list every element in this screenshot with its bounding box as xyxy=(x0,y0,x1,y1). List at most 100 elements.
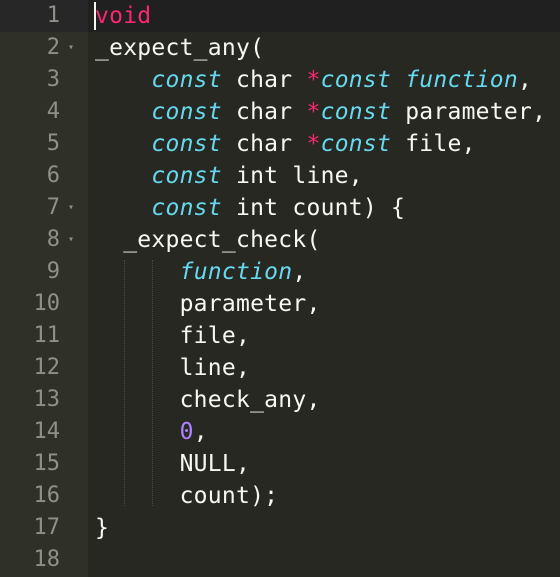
code-line[interactable]: 12 line, xyxy=(0,352,560,384)
code-line[interactable]: 14 0, xyxy=(0,416,560,448)
code-token: , xyxy=(517,67,533,93)
fold-placeholder xyxy=(64,384,78,416)
line-number-area: 1 xyxy=(0,0,88,32)
code-token: const xyxy=(320,99,392,125)
code-line[interactable]: 17} xyxy=(0,512,560,544)
line-number-area: 6 xyxy=(0,160,88,192)
code-text[interactable]: parameter, xyxy=(95,288,321,320)
code-text[interactable]: _expect_any( xyxy=(95,32,264,64)
code-text[interactable]: const int count) { xyxy=(95,192,405,224)
code-editor[interactable]: 1 void 2 ▾ _expect_any(3 const char *const f… xyxy=(0,0,560,577)
code-line[interactable]: 16 count); xyxy=(0,480,560,512)
line-number: 9 xyxy=(46,259,60,284)
code-line[interactable]: 9 function, xyxy=(0,256,560,288)
line-number-area: 9 xyxy=(0,256,88,288)
line-number-area: 12 xyxy=(0,352,88,384)
code-token: } xyxy=(95,515,110,541)
line-number: 7 xyxy=(46,195,60,220)
code-text[interactable]: count); xyxy=(95,480,278,512)
code-line[interactable]: 4 const char *const parameter, xyxy=(0,96,560,128)
line-number-area: 5 xyxy=(0,128,88,160)
line-number: 10 xyxy=(33,291,61,316)
code-token: _expect_check( xyxy=(95,227,321,253)
line-number: 12 xyxy=(33,355,61,380)
code-line[interactable]: 18 xyxy=(0,544,560,576)
fold-placeholder xyxy=(64,416,78,448)
code-line[interactable]: 1 void xyxy=(0,0,560,32)
code-token: const xyxy=(151,67,222,93)
fold-placeholder xyxy=(64,480,78,512)
line-number: 5 xyxy=(46,131,60,156)
fold-placeholder xyxy=(64,352,78,384)
code-text[interactable]: function, xyxy=(95,256,307,288)
indent-guide xyxy=(124,260,125,506)
code-text[interactable]: const char *const parameter, xyxy=(95,96,546,128)
code-line[interactable]: 15 NULL, xyxy=(0,448,560,480)
line-number: 1 xyxy=(46,3,60,28)
code-text[interactable]: line, xyxy=(95,352,250,384)
fold-placeholder xyxy=(64,320,78,352)
code-line[interactable]: 3 const char *const function, xyxy=(0,64,560,96)
code-text[interactable]: file, xyxy=(95,320,250,352)
code-token: NULL, xyxy=(95,451,251,477)
line-number: 2 xyxy=(46,35,60,60)
code-token: * xyxy=(306,67,321,93)
fold-placeholder xyxy=(64,544,78,576)
fold-toggle-icon[interactable]: ▾ xyxy=(64,192,78,224)
code-text[interactable]: _expect_check( xyxy=(95,224,321,256)
line-number: 18 xyxy=(33,547,61,572)
fold-placeholder xyxy=(64,64,78,96)
code-token: file, xyxy=(391,131,476,157)
fold-placeholder xyxy=(64,512,78,544)
line-number: 17 xyxy=(33,515,61,540)
code-line[interactable]: 6 const int line, xyxy=(0,160,560,192)
code-text[interactable]: check_any, xyxy=(95,384,321,416)
line-number-area: 2 ▾ xyxy=(0,32,88,64)
code-text[interactable]: const char *const function, xyxy=(95,64,532,96)
line-number: 13 xyxy=(33,387,61,412)
code-token: * xyxy=(306,131,321,157)
code-text[interactable]: } xyxy=(95,512,109,544)
code-token: count); xyxy=(95,483,279,509)
code-line[interactable]: 11 file, xyxy=(0,320,560,352)
fold-placeholder xyxy=(64,0,78,32)
code-line[interactable]: 7 ▾ const int count) { xyxy=(0,192,560,224)
code-token: const xyxy=(320,131,392,157)
fold-toggle-icon[interactable]: ▾ xyxy=(64,224,78,256)
line-number: 16 xyxy=(33,483,61,508)
code-token: parameter, xyxy=(95,291,321,317)
line-number: 4 xyxy=(46,99,60,124)
code-text[interactable]: void xyxy=(95,0,151,32)
line-number-area: 10 xyxy=(0,288,88,320)
fold-placeholder xyxy=(64,448,78,480)
code-text[interactable]: NULL, xyxy=(95,448,250,480)
code-token: void xyxy=(95,3,152,29)
code-text[interactable]: const char *const file, xyxy=(95,128,476,160)
line-number: 14 xyxy=(33,419,61,444)
line-number: 3 xyxy=(46,67,60,92)
line-number: 15 xyxy=(33,451,61,476)
code-line[interactable]: 10 parameter, xyxy=(0,288,560,320)
line-number-area: 15 xyxy=(0,448,88,480)
fold-placeholder xyxy=(64,288,78,320)
line-number-area: 3 xyxy=(0,64,88,96)
code-token: , xyxy=(292,259,307,285)
line-number-area: 7 ▾ xyxy=(0,192,88,224)
code-line[interactable]: 5 const char *const file, xyxy=(0,128,560,160)
line-number-area: 13 xyxy=(0,384,88,416)
fold-toggle-icon[interactable]: ▾ xyxy=(64,32,78,64)
code-line[interactable]: 13 check_any, xyxy=(0,384,560,416)
line-number-area: 16 xyxy=(0,480,88,512)
code-token: const xyxy=(151,163,222,189)
line-number-area: 14 xyxy=(0,416,88,448)
code-token: const xyxy=(320,67,392,93)
code-text[interactable]: const int line, xyxy=(95,160,363,192)
code-line[interactable]: 2 ▾ _expect_any( xyxy=(0,32,560,64)
code-line[interactable]: 8 ▾ _expect_check( xyxy=(0,224,560,256)
